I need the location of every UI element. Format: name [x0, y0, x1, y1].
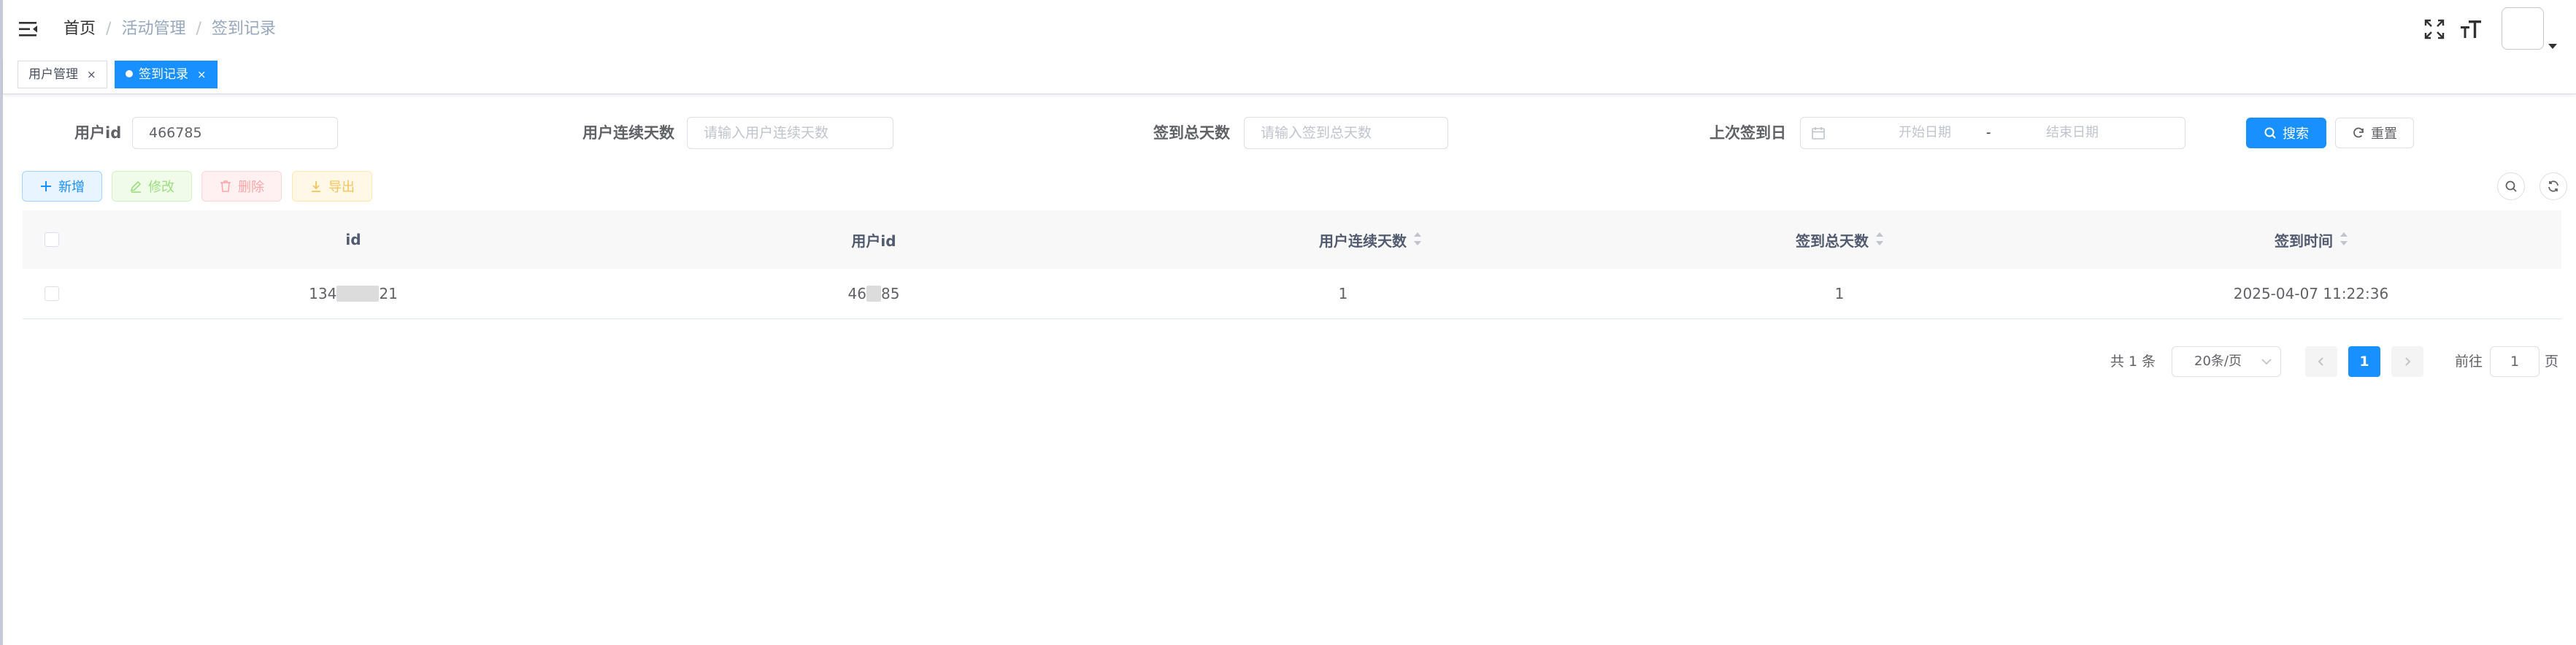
delete-icon [220, 180, 231, 192]
calendar-icon [1811, 126, 1826, 140]
continuous-days-input[interactable]: 请输入用户连续天数 [687, 117, 893, 149]
total-days-label: 签到总天数 [1153, 124, 1230, 142]
date-range-picker[interactable]: 开始日期 - 结束日期 [1800, 117, 2185, 149]
pagination-total: 共 1 条 [2110, 354, 2156, 370]
total-days-input[interactable]: 请输入签到总天数 [1244, 117, 1448, 149]
user-id-prefix: 46 [847, 285, 866, 302]
caret-down-icon[interactable] [2548, 37, 2558, 49]
redaction-mask [866, 286, 881, 302]
cell-sign-time: 2025-04-07 11:22:36 [2233, 285, 2389, 302]
edit-button-label: 修改 [148, 180, 174, 195]
user-id-input[interactable]: 466785 [132, 117, 338, 149]
cell-total-days: 1 [1834, 285, 1845, 302]
chevron-left-icon [2318, 357, 2323, 366]
fullscreen-icon[interactable] [2423, 18, 2446, 41]
breadcrumb: 首页 / 活动管理 / 签到记录 [64, 19, 276, 39]
start-date-input[interactable]: 开始日期 [1874, 118, 1976, 148]
total-days-placeholder: 请输入签到总天数 [1261, 125, 1372, 141]
header-cell-select [23, 210, 81, 269]
range-separator: - [1986, 125, 1991, 140]
cell-continuous-days: 1 [1338, 285, 1348, 302]
page-size-value: 20条/页 [2194, 354, 2242, 369]
sort-caret-icon[interactable] [1876, 232, 1883, 248]
row-checkbox[interactable] [45, 286, 59, 301]
hamburger-icon[interactable] [18, 18, 39, 40]
breadcrumb-separator: / [106, 20, 112, 38]
delete-button-label: 删除 [238, 180, 264, 195]
id-suffix: 21 [379, 285, 398, 302]
last-sign-date-label: 上次签到日 [1710, 124, 1786, 142]
navbar: 首页 / 活动管理 / 签到记录 [3, 0, 2576, 59]
header-cell-total-days[interactable]: 签到总天数 [1618, 210, 2061, 269]
row-select-cell [23, 269, 81, 318]
page-size-select[interactable]: 20条/页 [2172, 346, 2281, 377]
add-button[interactable]: 新增 [22, 171, 102, 202]
page-number-current[interactable]: 1 [2348, 346, 2380, 377]
next-page-button[interactable] [2391, 346, 2423, 377]
header-cell-sign-time[interactable]: 签到时间 [2061, 210, 2561, 269]
sort-caret-icon[interactable] [1414, 232, 1421, 248]
id-prefix: 134 [309, 285, 337, 302]
search-icon [2264, 127, 2276, 139]
table-header: id 用户id 用户连续天数 签到总天数 签到时间 [23, 210, 2561, 270]
avatar[interactable] [2502, 7, 2544, 50]
refresh-icon [2548, 180, 2558, 192]
cell-user-id: 46 85 [626, 269, 1122, 318]
tag-label: 签到记录 [139, 67, 188, 82]
edit-button[interactable]: 修改 [112, 171, 192, 202]
breadcrumb-sign-records: 签到记录 [211, 20, 276, 38]
breadcrumb-home[interactable]: 首页 [64, 19, 96, 39]
reset-button[interactable]: 重置 [2335, 118, 2414, 148]
close-icon[interactable]: × [197, 61, 207, 88]
goto-label: 前往 [2455, 354, 2483, 370]
close-icon[interactable]: × [87, 61, 96, 88]
search-button[interactable]: 搜索 [2246, 118, 2326, 148]
end-date-input[interactable]: 结束日期 [2021, 118, 2123, 148]
active-dot-icon [126, 70, 133, 77]
tag-label: 用户管理 [28, 67, 78, 82]
sidebar-edge [0, 0, 3, 645]
prev-page-button[interactable] [2305, 346, 2337, 377]
plus-icon [41, 181, 51, 191]
tag-sign-records[interactable]: 签到记录 × [115, 61, 218, 88]
cell-id: 134 21 [81, 269, 626, 318]
user-id-suffix: 85 [881, 285, 900, 302]
font-size-icon[interactable] [2459, 18, 2483, 41]
table-row[interactable]: 134 21 46 85 1 1 2025-04-07 11:22:36 [23, 269, 2561, 318]
header-cell-user-id: 用户id [851, 232, 896, 250]
continuous-days-placeholder: 请输入用户连续天数 [704, 125, 829, 141]
header-cell-continuous-days[interactable]: 用户连续天数 [1122, 210, 1618, 269]
tags-view: 用户管理 × 签到记录 × [3, 58, 2576, 94]
refresh-icon [2353, 127, 2364, 138]
user-id-label: 用户id [74, 124, 122, 142]
tag-user-management[interactable]: 用户管理 × [18, 61, 107, 88]
select-all-checkbox[interactable] [45, 232, 59, 247]
edit-icon [130, 180, 142, 193]
header-cell-id: id [345, 231, 361, 248]
header-label: 签到时间 [2275, 232, 2333, 250]
toggle-search-button[interactable] [2497, 172, 2525, 200]
redaction-mask [337, 286, 380, 302]
search-icon [2505, 180, 2517, 192]
add-button-label: 新增 [58, 180, 85, 195]
download-icon [312, 181, 320, 192]
records-table: id 用户id 用户连续天数 签到总天数 签到时间 134 21 46 85 1 1… [23, 210, 2561, 319]
export-button[interactable]: 导出 [292, 171, 372, 202]
refresh-button[interactable] [2540, 172, 2567, 200]
reset-button-label: 重置 [2371, 126, 2397, 142]
chevron-right-icon [2405, 357, 2411, 366]
header-label: 签到总天数 [1796, 232, 1869, 250]
header-label: 用户连续天数 [1319, 232, 1407, 250]
page-suffix-label: 页 [2545, 354, 2559, 370]
sort-caret-icon[interactable] [2340, 232, 2348, 248]
chevron-down-icon [2261, 359, 2272, 365]
goto-page-input[interactable]: 1 [2490, 346, 2540, 377]
delete-button[interactable]: 删除 [201, 171, 282, 202]
breadcrumb-separator: / [196, 20, 201, 38]
export-button-label: 导出 [328, 180, 355, 195]
search-button-label: 搜索 [2283, 126, 2309, 142]
continuous-days-label: 用户连续天数 [583, 124, 674, 142]
breadcrumb-activity-management: 活动管理 [121, 20, 186, 38]
